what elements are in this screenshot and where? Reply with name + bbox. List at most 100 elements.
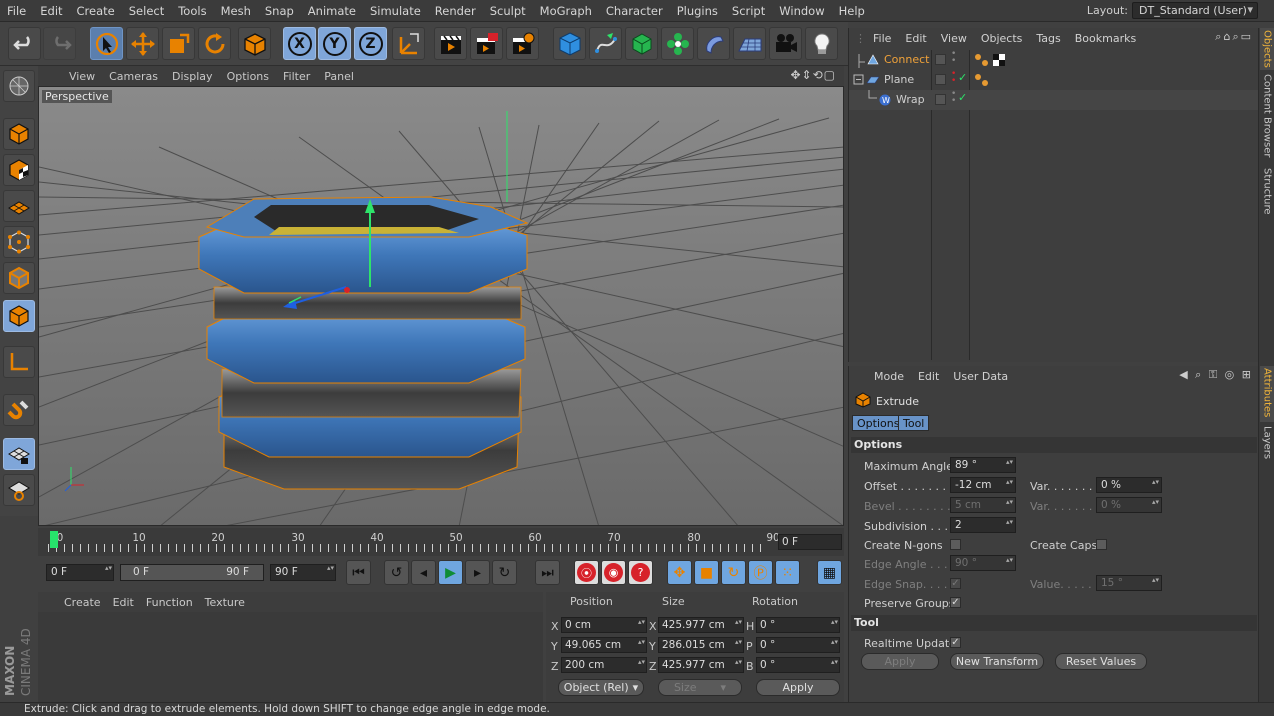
bevel-variation-field[interactable]: 0 % <box>1096 497 1162 513</box>
y-axis-lock-button[interactable]: Y <box>318 27 351 60</box>
layout-select[interactable]: DT_Standard (User) <box>1132 2 1258 19</box>
scale-tool-button[interactable] <box>162 27 195 60</box>
size-mode-dropdown[interactable]: Size ▾ <box>658 679 742 696</box>
coordinates-apply-button[interactable]: Apply <box>756 679 840 696</box>
play-button[interactable]: ▶ <box>438 560 463 585</box>
timeline-ruler[interactable]: 0 10 20 30 40 50 60 70 80 90 0 F <box>38 528 844 556</box>
timeline-window-button[interactable]: ▦ <box>817 560 842 585</box>
menu-snap[interactable]: Snap <box>258 4 301 18</box>
x-axis-lock-button[interactable]: X <box>283 27 316 60</box>
rotation-p-field[interactable]: 0 ° <box>756 637 840 653</box>
phong-tag-icon[interactable] <box>993 54 1005 66</box>
material-menu-edit[interactable]: Edit <box>107 596 140 609</box>
end-frame-field[interactable]: 90 F <box>270 564 336 581</box>
enabled-check-icon[interactable]: ✓ <box>958 71 967 84</box>
viewport-camera-label[interactable]: Perspective <box>42 90 112 103</box>
side-tab-objects[interactable]: Objects <box>1260 28 1274 70</box>
record-parameter-button[interactable]: Ⓟ <box>748 560 773 585</box>
render-view-button[interactable] <box>434 27 467 60</box>
position-y-field[interactable]: 49.065 cm <box>561 637 647 653</box>
offset-variation-field[interactable]: 0 % <box>1096 477 1162 493</box>
model-mode-button[interactable] <box>3 118 35 150</box>
menu-mograph[interactable]: MoGraph <box>533 4 599 18</box>
attributes-menu-edit[interactable]: Edit <box>911 370 946 383</box>
menu-plugins[interactable]: Plugins <box>670 4 725 18</box>
solo-mode-button[interactable] <box>3 474 35 506</box>
previous-key-button[interactable]: ↺ <box>384 560 409 585</box>
axis-mode-button[interactable] <box>3 346 35 378</box>
side-tab-structure[interactable]: Structure <box>1260 168 1274 222</box>
menu-select[interactable]: Select <box>122 4 171 18</box>
preview-range-slider[interactable]: 0 F 90 F <box>120 564 264 581</box>
redo-button[interactable] <box>43 27 76 60</box>
object-manager-tool-icons[interactable]: ⌕⌂⌕▭ <box>1215 30 1253 44</box>
z-axis-lock-button[interactable]: Z <box>354 27 387 60</box>
recent-tools-button[interactable] <box>238 27 271 60</box>
position-z-field[interactable]: 200 cm <box>561 657 647 673</box>
tab-options[interactable]: Options <box>852 415 905 431</box>
subdivision-field[interactable]: 2 <box>950 517 1016 533</box>
move-tool-button[interactable] <box>126 27 159 60</box>
workplane-mode-button[interactable] <box>3 190 35 222</box>
viewport-menu-cameras[interactable]: Cameras <box>102 70 165 83</box>
polygons-mode-button[interactable] <box>3 300 35 332</box>
add-spline-button[interactable] <box>589 27 622 60</box>
rotate-tool-button[interactable] <box>198 27 231 60</box>
make-editable-button[interactable] <box>3 70 35 102</box>
go-to-start-button[interactable]: ⏮ <box>346 560 371 585</box>
tag-material-icon[interactable] <box>975 54 981 60</box>
object-row-plane[interactable]: Plane • • ✓ <box>849 70 1259 90</box>
enabled-check-icon[interactable]: ✓ <box>958 91 967 104</box>
position-x-field[interactable]: 0 cm <box>561 617 647 633</box>
size-z-field[interactable]: 425.977 cm <box>658 657 744 673</box>
previous-frame-button[interactable]: ◂ <box>411 560 436 585</box>
material-menu-create[interactable]: Create <box>58 596 107 609</box>
tag-material-icon[interactable] <box>982 60 988 66</box>
add-mograph-button[interactable] <box>661 27 694 60</box>
visibility-dots-icon[interactable]: • • <box>951 50 956 66</box>
rotation-h-field[interactable]: 0 ° <box>756 617 840 633</box>
layer-swatch[interactable] <box>935 74 946 85</box>
keyframe-selection-button[interactable]: ? <box>628 560 653 585</box>
render-settings-button[interactable] <box>506 27 539 60</box>
layer-swatch[interactable] <box>935 54 946 65</box>
record-position-button[interactable]: ✥ <box>667 560 692 585</box>
apply-button[interactable]: Apply <box>861 653 939 670</box>
menu-character[interactable]: Character <box>599 4 670 18</box>
current-frame-field[interactable]: 0 F <box>778 534 842 550</box>
rotation-b-field[interactable]: 0 ° <box>756 657 840 673</box>
render-picture-viewer-button[interactable] <box>470 27 503 60</box>
objects-menu-tags[interactable]: Tags <box>1029 32 1067 45</box>
material-menu-function[interactable]: Function <box>140 596 199 609</box>
create-ngons-checkbox[interactable] <box>950 539 961 550</box>
objects-menu-view[interactable]: View <box>934 32 974 45</box>
viewport-menu-options[interactable]: Options <box>220 70 276 83</box>
object-row-connect[interactable]: Connect • • <box>849 50 1259 70</box>
add-deformer-button[interactable] <box>697 27 730 60</box>
side-tab-content-browser[interactable]: Content Browser <box>1260 74 1274 160</box>
viewport-nav-icons[interactable]: ✥⇕⟲▢ <box>790 68 836 82</box>
objects-menu-objects[interactable]: Objects <box>974 32 1030 45</box>
maximum-angle-field[interactable]: 89 ° <box>950 457 1016 473</box>
menu-tools[interactable]: Tools <box>171 4 213 18</box>
side-tab-attributes[interactable]: Attributes <box>1260 366 1274 422</box>
attributes-menu-user-data[interactable]: User Data <box>946 370 1015 383</box>
snapping-button[interactable] <box>3 394 35 426</box>
menu-window[interactable]: Window <box>772 4 831 18</box>
add-light-button[interactable] <box>805 27 838 60</box>
viewport-menu-view[interactable]: View <box>62 70 102 83</box>
viewport-menu-panel[interactable]: Panel <box>317 70 361 83</box>
visibility-dots-icon[interactable]: • • <box>951 90 956 106</box>
layer-swatch[interactable] <box>935 94 946 105</box>
menu-sculpt[interactable]: Sculpt <box>483 4 533 18</box>
add-generator-button[interactable] <box>625 27 658 60</box>
go-to-end-button[interactable]: ⏭ <box>535 560 560 585</box>
preserve-groups-checkbox[interactable]: ✓ <box>950 597 961 608</box>
menu-simulate[interactable]: Simulate <box>363 4 428 18</box>
visibility-dots-icon[interactable]: • • <box>951 70 956 86</box>
create-caps-checkbox[interactable] <box>1096 539 1107 550</box>
points-mode-button[interactable] <box>3 226 35 258</box>
coordinate-mode-dropdown[interactable]: Object (Rel) ▾ <box>558 679 644 696</box>
material-list-area[interactable] <box>38 612 543 702</box>
texture-mode-button[interactable] <box>3 154 35 186</box>
